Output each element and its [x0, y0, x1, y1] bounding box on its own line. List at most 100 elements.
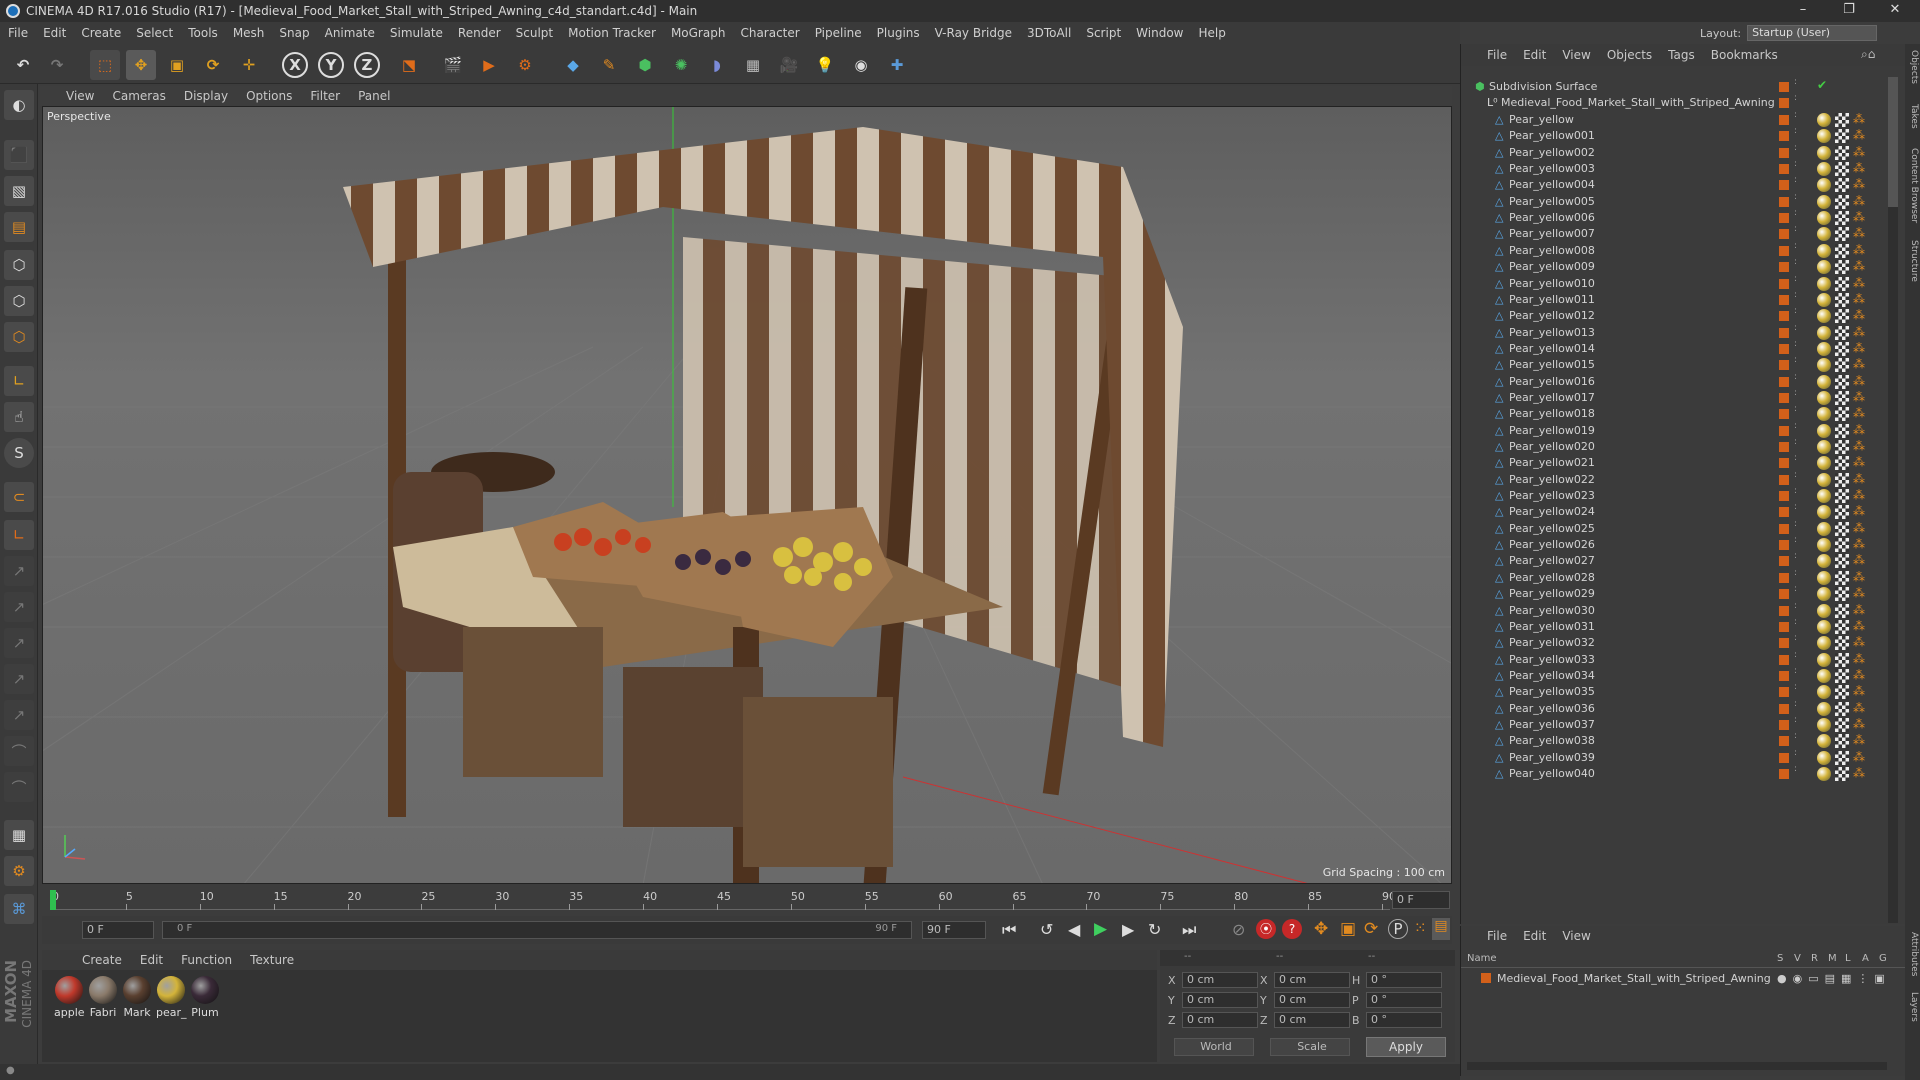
visibility-dots-icon[interactable]: : — [1794, 258, 1797, 267]
uvw-tag-icon[interactable] — [1835, 145, 1849, 160]
visibility-dots-icon[interactable]: : — [1794, 78, 1797, 87]
menu-mograph[interactable]: MoGraph — [671, 26, 726, 40]
uvw-tag-icon[interactable] — [1835, 701, 1849, 716]
uvw-tag-icon[interactable] — [1835, 374, 1849, 389]
texture-tag-icon[interactable]: ⁂ — [1853, 128, 1865, 142]
polygons-mode-icon[interactable]: ⬡ — [4, 322, 34, 352]
coord-value-field[interactable]: 0 cm — [1182, 972, 1258, 988]
texture-tag-icon[interactable]: ⁂ — [1853, 341, 1865, 355]
texture-tag-icon[interactable]: ⁂ — [1853, 537, 1865, 551]
visibility-dots-icon[interactable]: : — [1794, 732, 1797, 741]
key-pla-icon[interactable]: ⁙ — [1414, 919, 1427, 937]
layout-dropdown[interactable]: Startup (User) — [1747, 25, 1878, 41]
edges-mode-icon[interactable]: ⬡ — [4, 286, 34, 316]
texture-tag-icon[interactable]: ⁂ — [1853, 308, 1865, 322]
texture-tag-icon[interactable]: ⁂ — [1853, 750, 1865, 764]
material-tag-icon[interactable] — [1817, 145, 1831, 160]
key-scale-icon[interactable]: ▣ — [1340, 919, 1356, 939]
texture-tag-icon[interactable]: ⁂ — [1853, 161, 1865, 175]
uvw-tag-icon[interactable] — [1835, 717, 1849, 732]
material-swatch[interactable]: pear_ — [156, 976, 187, 1019]
model-mode-icon[interactable]: ⬛ — [4, 140, 34, 170]
uvw-tag-icon[interactable] — [1835, 423, 1849, 438]
visibility-dots-icon[interactable]: : — [1794, 601, 1797, 610]
render-view-icon[interactable]: 🎬 — [438, 50, 468, 80]
visibility-dots-icon[interactable]: : — [1794, 323, 1797, 332]
brush-psr-icon[interactable]: ↗ — [4, 664, 34, 694]
texture-tag-icon[interactable]: ⁂ — [1853, 619, 1865, 633]
key-rotation-icon[interactable]: ⟳ — [1364, 919, 1378, 939]
material-tag-icon[interactable] — [1817, 423, 1831, 438]
texture-tag-icon[interactable]: ⁂ — [1853, 177, 1865, 191]
autokey-icon[interactable]: ⦿ — [1256, 919, 1276, 939]
material-tag-icon[interactable] — [1817, 358, 1831, 373]
visibility-dots-icon[interactable]: : — [1794, 699, 1797, 708]
go-to-end-icon[interactable]: ⏭ — [1182, 920, 1196, 940]
move-tool-icon[interactable]: ✥ — [126, 50, 156, 80]
texture-tag-icon[interactable]: ⁂ — [1853, 553, 1865, 567]
material-tag-icon[interactable] — [1817, 390, 1831, 405]
texture-tag-icon[interactable]: ⁂ — [1853, 390, 1865, 404]
uvw-tag-icon[interactable] — [1835, 734, 1849, 749]
texture-mode-icon[interactable]: ▧ — [4, 176, 34, 206]
material-tag-icon[interactable] — [1817, 668, 1831, 683]
viewport-menu-display[interactable]: Display — [184, 89, 228, 103]
uvw-tag-icon[interactable] — [1835, 162, 1849, 177]
layer-menu-view[interactable]: View — [1562, 929, 1590, 943]
texture-tag-icon[interactable]: ⁂ — [1853, 701, 1865, 715]
material-tag-icon[interactable] — [1817, 472, 1831, 487]
next-key-icon[interactable]: ↻ — [1148, 920, 1161, 939]
menu-3dtoall[interactable]: 3DToAll — [1027, 26, 1071, 40]
sculpt-icon[interactable]: ⚙ — [4, 856, 34, 886]
material-tag-icon[interactable] — [1817, 243, 1831, 258]
uvw-tag-icon[interactable] — [1835, 636, 1849, 651]
material-tag-icon[interactable] — [1817, 309, 1831, 324]
uvw-tag-icon[interactable] — [1835, 505, 1849, 520]
go-to-start-icon[interactable]: ⏮ — [1002, 920, 1016, 940]
workplane-lock-icon[interactable]: ∟ — [4, 520, 34, 550]
material-swatch[interactable]: Mark — [122, 976, 152, 1019]
texture-tag-icon[interactable]: ⁂ — [1853, 668, 1865, 682]
texture-tag-icon[interactable]: ⁂ — [1853, 603, 1865, 617]
coord-value-field[interactable]: 0 cm — [1182, 992, 1258, 1008]
range-slider[interactable]: 0 F 90 F — [162, 921, 912, 939]
texture-tag-icon[interactable]: ⁂ — [1853, 276, 1865, 290]
uvw-tag-icon[interactable] — [1835, 521, 1849, 536]
uvw-tag-icon[interactable] — [1835, 309, 1849, 324]
visibility-dots-icon[interactable]: : — [1794, 209, 1797, 218]
render-picture-viewer-icon[interactable]: ▶ — [474, 50, 504, 80]
visibility-dots-icon[interactable]: : — [1794, 585, 1797, 594]
visibility-dots-icon[interactable]: : — [1794, 176, 1797, 185]
visibility-dots-icon[interactable]: : — [1794, 634, 1797, 643]
visibility-dots-icon[interactable]: : — [1794, 274, 1797, 283]
axis-mode-icon[interactable]: ∟ — [4, 366, 34, 396]
uvw-tag-icon[interactable] — [1835, 227, 1849, 242]
end-frame-field[interactable]: 90 F — [922, 921, 986, 939]
visibility-dots-icon[interactable]: : — [1794, 568, 1797, 577]
texture-tag-icon[interactable]: ⁂ — [1853, 635, 1865, 649]
light-icon[interactable]: 💡 — [810, 50, 840, 80]
material-tag-icon[interactable] — [1817, 603, 1831, 618]
material-tag-icon[interactable] — [1817, 717, 1831, 732]
texture-tag-icon[interactable]: ⁂ — [1853, 292, 1865, 306]
object-scroll-thumb[interactable] — [1888, 77, 1898, 207]
visibility-dots-icon[interactable]: : — [1794, 127, 1797, 136]
deformer-icon[interactable]: ◗ — [702, 50, 732, 80]
menu-help[interactable]: Help — [1198, 26, 1225, 40]
grid-snap-icon[interactable]: ▦ — [4, 820, 34, 850]
minimize-button[interactable]: – — [1780, 0, 1826, 22]
material-tag-icon[interactable] — [1817, 162, 1831, 177]
uvw-tag-icon[interactable] — [1835, 358, 1849, 373]
layer-scrollbar[interactable] — [1467, 1062, 1887, 1070]
material-tag-icon[interactable] — [1817, 194, 1831, 209]
texture-tag-icon[interactable]: ⁂ — [1853, 243, 1865, 257]
material-tag-icon[interactable] — [1817, 407, 1831, 422]
visibility-dots-icon[interactable]: : — [1794, 487, 1797, 496]
material-tag-icon[interactable] — [1817, 685, 1831, 700]
texture-tag-icon[interactable]: ⁂ — [1853, 733, 1865, 747]
visibility-dots-icon[interactable]: : — [1794, 241, 1797, 250]
side-tab-content-browser[interactable]: Content Browser — [1906, 148, 1919, 223]
object-row[interactable]: △ Pear_yellow040: ⁂ — [1461, 764, 1886, 784]
material-tag-icon[interactable] — [1817, 113, 1831, 127]
uvw-tag-icon[interactable] — [1835, 587, 1849, 602]
